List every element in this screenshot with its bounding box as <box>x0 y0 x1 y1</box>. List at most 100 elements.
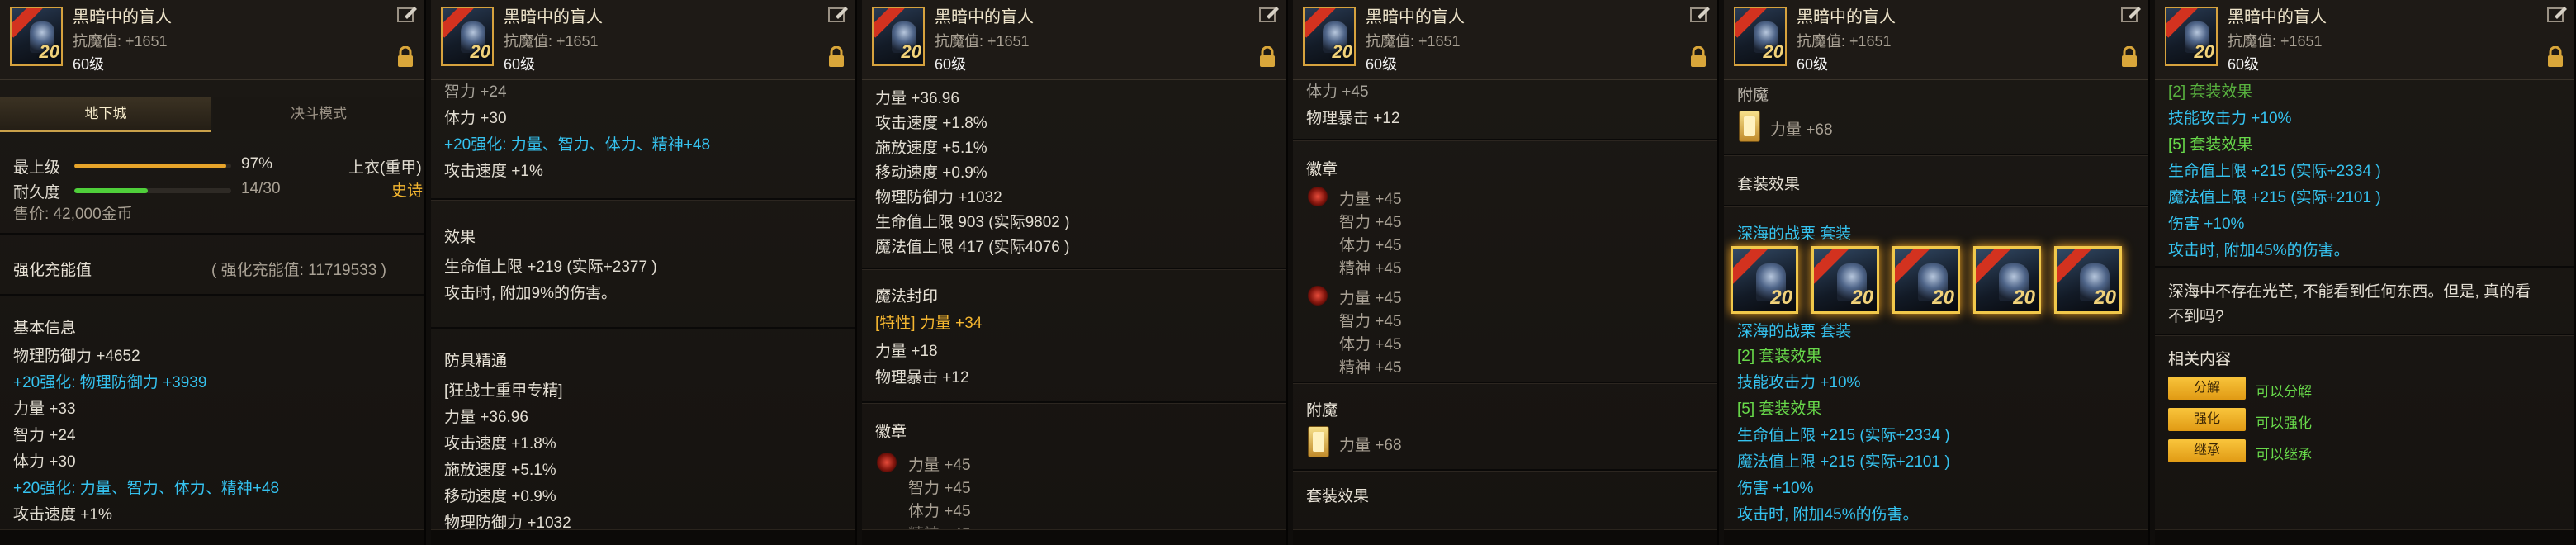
stat-line-partial: 体力 +45 <box>1306 83 1369 101</box>
item-name: 黑暗中的盲人 <box>73 8 172 26</box>
set-item-icon[interactable]: 20 <box>1973 246 2041 314</box>
edit-icon[interactable] <box>1258 5 1280 25</box>
set-name: 深海的战栗 套装 <box>1737 323 1852 340</box>
reinforce-label: 强化充能值 <box>13 262 92 279</box>
set-bonus-title: [5] 套装效果 <box>2168 136 2253 154</box>
mastery-line: 攻击速度 +1.8% <box>875 115 987 132</box>
lock-icon[interactable] <box>1258 46 1276 68</box>
divider <box>431 327 855 329</box>
item-header: 20 黑暗中的盲人 抗魔值: +1651 60级 <box>2155 0 2574 80</box>
disassemble-button[interactable]: 分解 <box>2168 377 2246 400</box>
item-thumbnail[interactable]: 20 <box>1734 7 1787 66</box>
emblem-line: 体力 +45 <box>1339 336 1402 353</box>
bottom-bar <box>2155 529 2574 545</box>
stat-line: +20强化: 力量、智力、体力、精神+48 <box>13 480 280 497</box>
section-title-emblem: 徽章 <box>1306 161 1338 178</box>
lock-icon[interactable] <box>396 46 414 68</box>
emblem-line: 精神 +45 <box>1339 359 1402 377</box>
resist-value: 抗魔值: +1651 <box>504 33 599 50</box>
emblem-line: 力量 +45 <box>1339 191 1402 208</box>
tooltip-panel-5: 20 黑暗中的盲人 抗魔值: +1651 60级 附魔 力量 +68 套装效果 … <box>1724 0 2150 545</box>
mastery-line: 移动速度 +0.9% <box>444 488 556 505</box>
divider <box>1293 139 1717 141</box>
divider <box>1724 154 2148 156</box>
emblem-line: 精神 +45 <box>1339 260 1402 277</box>
item-name: 黑暗中的盲人 <box>2228 8 2327 26</box>
item-thumbnail[interactable]: 20 <box>10 7 63 66</box>
section-title-set: 套装效果 <box>1306 488 1370 505</box>
emblem-icon[interactable] <box>1308 286 1328 306</box>
grade-label: 最上级 <box>13 159 61 177</box>
tab-dungeon[interactable]: 地下城 <box>0 97 211 132</box>
item-level: 60级 <box>73 56 105 73</box>
stat-line: 力量 +33 <box>13 400 76 418</box>
set-item-icon[interactable]: 20 <box>1731 246 1798 314</box>
durability-value: 14/30 <box>241 180 281 197</box>
emblem-line: 智力 +45 <box>1339 313 1402 330</box>
mastery-line: 力量 +36.96 <box>444 409 528 426</box>
set-bonus-title: [2] 套装效果 <box>1737 348 1822 365</box>
resist-value: 抗魔值: +1651 <box>1366 33 1461 50</box>
mastery-line: 移动速度 +0.9% <box>875 164 987 182</box>
mastery-line: 物理防御力 +1032 <box>875 189 1002 206</box>
edit-icon[interactable] <box>827 5 849 25</box>
section-title-basic: 基本信息 <box>13 320 77 337</box>
section-title-set: 套装效果 <box>1737 176 1801 193</box>
reinforce-button[interactable]: 强化 <box>2168 408 2246 431</box>
resist-value: 抗魔值: +1651 <box>73 33 168 50</box>
set-bonus-line: 生命值上限 +215 (实际+2334 ) <box>2168 163 2381 180</box>
enchant-card-icon[interactable] <box>1308 426 1329 457</box>
tab-pvp[interactable]: 决斗模式 <box>213 97 424 130</box>
set-item-icon[interactable]: 20 <box>1811 246 1879 314</box>
divider <box>2155 266 2574 268</box>
enchant-line: 力量 +68 <box>1770 121 1833 139</box>
stat-line: +20强化: 物理防御力 +3939 <box>13 374 207 391</box>
enchant-card-icon[interactable] <box>1739 111 1760 142</box>
tooltip-strip: 20 黑暗中的盲人 抗魔值: +1651 60级 地下城 决斗模式 最上级 97… <box>0 0 2576 545</box>
emblem-line: 力量 +45 <box>908 457 971 474</box>
item-thumbnail[interactable]: 20 <box>872 7 925 66</box>
edit-icon[interactable] <box>1689 5 1711 25</box>
item-level: 60级 <box>2228 56 2260 73</box>
seal-line: 力量 +18 <box>875 343 938 360</box>
section-title-enchant: 附魔 <box>1737 87 1769 104</box>
item-thumbnail[interactable]: 20 <box>2165 7 2218 66</box>
divider <box>862 268 1286 270</box>
mastery-line: 施放速度 +5.1% <box>875 140 987 157</box>
edit-icon[interactable] <box>2546 5 2568 25</box>
action-status: 可以强化 <box>2256 415 2312 431</box>
item-thumbnail[interactable]: 20 <box>1303 7 1356 66</box>
emblem-icon[interactable] <box>1308 187 1328 206</box>
item-name: 黑暗中的盲人 <box>1366 8 1465 26</box>
seal-line: 物理暴击 +12 <box>1306 110 1400 127</box>
emblem-icon[interactable] <box>877 453 897 472</box>
mastery-line: [狂战士重甲专精] <box>444 382 563 400</box>
mastery-line: 力量 +36.96 <box>875 90 959 107</box>
emblem-line: 智力 +45 <box>908 480 971 497</box>
flavor-text: 不到吗? <box>2168 308 2224 325</box>
stat-line: 智力 +24 <box>13 427 76 444</box>
item-thumbnail[interactable]: 20 <box>441 7 494 66</box>
bottom-bar <box>431 529 855 545</box>
effect-line: 攻击时, 附加9%的伤害。 <box>444 285 618 302</box>
lock-icon[interactable] <box>1689 46 1707 68</box>
mastery-line: 魔法值上限 417 (实际4076 ) <box>875 239 1070 256</box>
tooltip-panel-2: 智力 +24 20 黑暗中的盲人 抗魔值: +1651 60级 体力 +30 +… <box>431 0 857 545</box>
resist-value: 抗魔值: +1651 <box>2228 33 2323 50</box>
set-item-icon[interactable]: 20 <box>1892 246 1960 314</box>
seal-special-line: [特性] 力量 +34 <box>875 315 983 332</box>
durability-label: 耐久度 <box>13 184 61 201</box>
edit-icon[interactable] <box>2120 5 2142 25</box>
effect-line: 生命值上限 +219 (实际+2377 ) <box>444 258 657 276</box>
set-bonus-line: 攻击时, 附加45%的伤害。 <box>1737 506 1919 524</box>
section-title-emblem: 徽章 <box>875 424 907 441</box>
section-title-effect: 效果 <box>444 229 476 246</box>
resist-value: 抗魔值: +1651 <box>1797 33 1892 50</box>
inherit-button[interactable]: 继承 <box>2168 439 2246 462</box>
lock-icon[interactable] <box>2546 46 2564 68</box>
set-item-icon[interactable]: 20 <box>2054 246 2122 314</box>
edit-icon[interactable] <box>396 5 418 25</box>
lock-icon[interactable] <box>2120 46 2138 68</box>
lock-icon[interactable] <box>827 46 845 68</box>
section-title-enchant: 附魔 <box>1306 402 1338 419</box>
